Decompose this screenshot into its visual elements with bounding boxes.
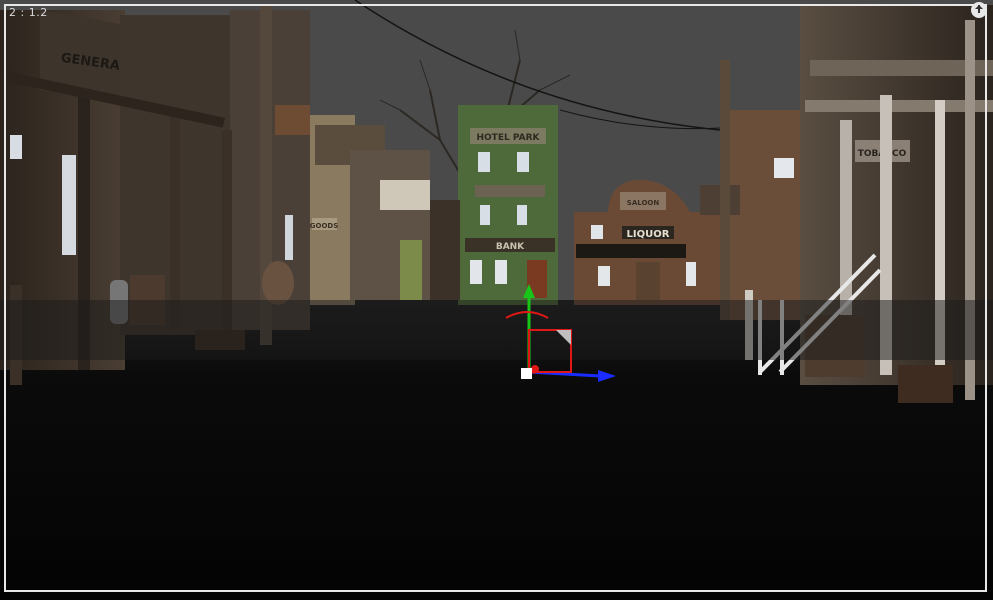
gizmo-center-handle[interactable]: [521, 368, 532, 379]
sign-hotel-park: HOTEL PARK: [477, 133, 541, 143]
3d-viewport[interactable]: HOTEL PARK BANK SALOON LIQUOR GENERAL GO…: [0, 0, 993, 600]
viewport-corner-icon[interactable]: [971, 2, 987, 18]
sign-bank: BANK: [496, 242, 525, 252]
scene-render[interactable]: HOTEL PARK BANK SALOON LIQUOR GENERAL GO…: [0, 0, 993, 600]
aspect-ratio-label: 2 : 1.2: [9, 6, 48, 19]
sign-goods: GOODS: [310, 222, 339, 230]
sign-saloon: SALOON: [627, 199, 660, 207]
green-building: HOTEL PARK BANK: [458, 105, 558, 305]
road-haze: [0, 300, 993, 360]
sign-liquor: LIQUOR: [627, 229, 670, 240]
